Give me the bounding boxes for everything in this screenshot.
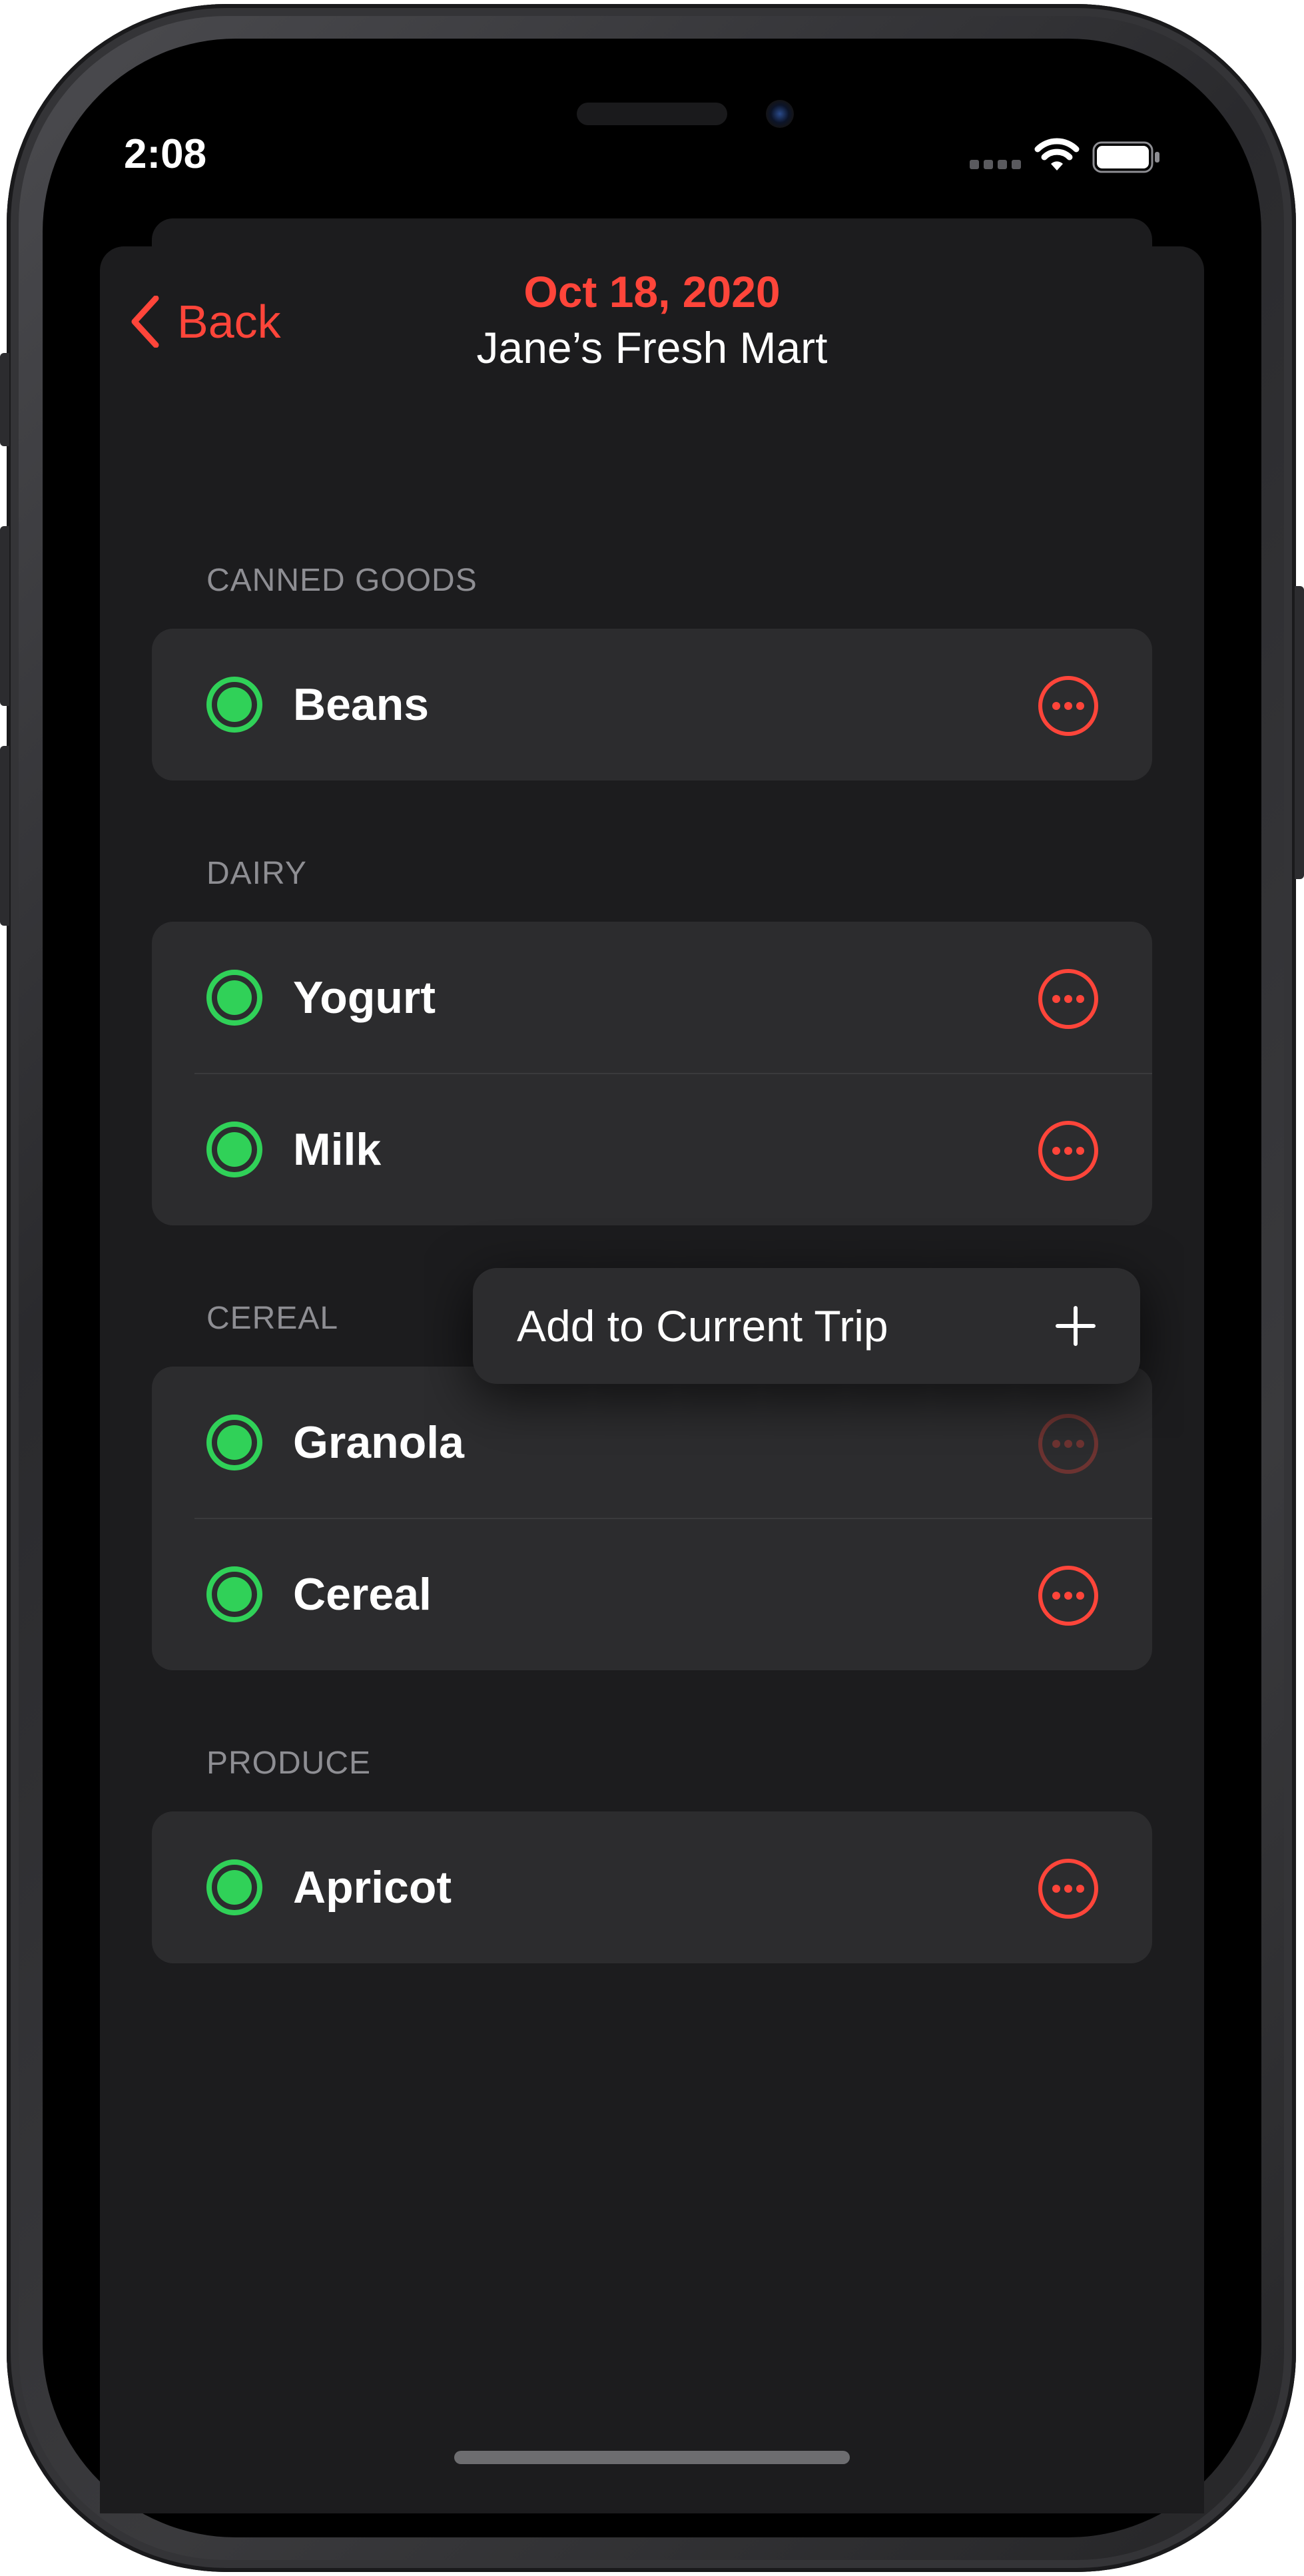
add-to-current-trip-menu-item[interactable]: Add to Current Trip	[473, 1268, 1140, 1384]
section-header-canned-goods: CANNED GOODS	[206, 563, 478, 598]
home-indicator[interactable]	[454, 2451, 850, 2464]
list-item[interactable]: Apricot	[152, 1811, 1152, 1963]
section-header-produce: PRODUCE	[206, 1746, 372, 1781]
item-name: Granola	[293, 1417, 464, 1468]
item-name: Yogurt	[293, 972, 436, 1023]
ellipsis-circle-icon[interactable]	[1038, 968, 1099, 1030]
nav-date: Oct 18, 2020	[523, 267, 781, 316]
list-item[interactable]: Yogurt	[152, 922, 1152, 1074]
nav-store-title: Jane’s Fresh Mart	[476, 323, 828, 372]
section-group-canned-goods: Beans	[152, 629, 1152, 781]
item-name: Milk	[293, 1124, 382, 1175]
battery-icon	[1092, 141, 1159, 173]
power-button	[1295, 586, 1304, 879]
plus-icon	[1056, 1306, 1096, 1346]
checkmark-circle-icon[interactable]	[205, 1413, 264, 1472]
speaker-grille	[577, 103, 727, 125]
checkmark-circle-icon[interactable]	[205, 1858, 264, 1917]
front-camera	[766, 100, 794, 128]
section-header-cereal: CEREAL	[206, 1301, 339, 1336]
section-group-cereal: Granola Cereal	[152, 1367, 1152, 1670]
checkmark-circle-icon[interactable]	[205, 675, 264, 734]
ellipsis-circle-icon[interactable]	[1038, 675, 1099, 737]
volume-down-button	[0, 746, 9, 926]
cellular-signal-icon	[970, 160, 1021, 169]
ellipsis-circle-icon[interactable]	[1038, 1565, 1099, 1626]
ellipsis-circle-icon[interactable]	[1038, 1413, 1099, 1474]
section-header-dairy: DAIRY	[206, 856, 307, 891]
item-name: Beans	[293, 679, 430, 730]
list-item[interactable]: Granola	[152, 1367, 1152, 1518]
item-name: Apricot	[293, 1862, 452, 1913]
item-name: Cereal	[293, 1569, 432, 1620]
context-menu-label: Add to Current Trip	[517, 1301, 888, 1351]
ellipsis-circle-icon[interactable]	[1038, 1120, 1099, 1181]
checkmark-circle-icon[interactable]	[205, 968, 264, 1027]
section-group-produce: Apricot	[152, 1811, 1152, 1963]
volume-up-button	[0, 526, 9, 706]
list-item[interactable]: Cereal	[152, 1518, 1152, 1670]
section-group-dairy: Yogurt Milk	[152, 922, 1152, 1225]
status-time: 2:08	[124, 131, 207, 177]
ellipsis-circle-icon[interactable]	[1038, 1858, 1099, 1919]
checkmark-circle-icon[interactable]	[205, 1565, 264, 1624]
wifi-icon	[1034, 138, 1080, 170]
list-item[interactable]: Milk	[152, 1074, 1152, 1225]
checkmark-circle-icon[interactable]	[205, 1120, 264, 1179]
list-item[interactable]: Beans	[152, 629, 1152, 781]
